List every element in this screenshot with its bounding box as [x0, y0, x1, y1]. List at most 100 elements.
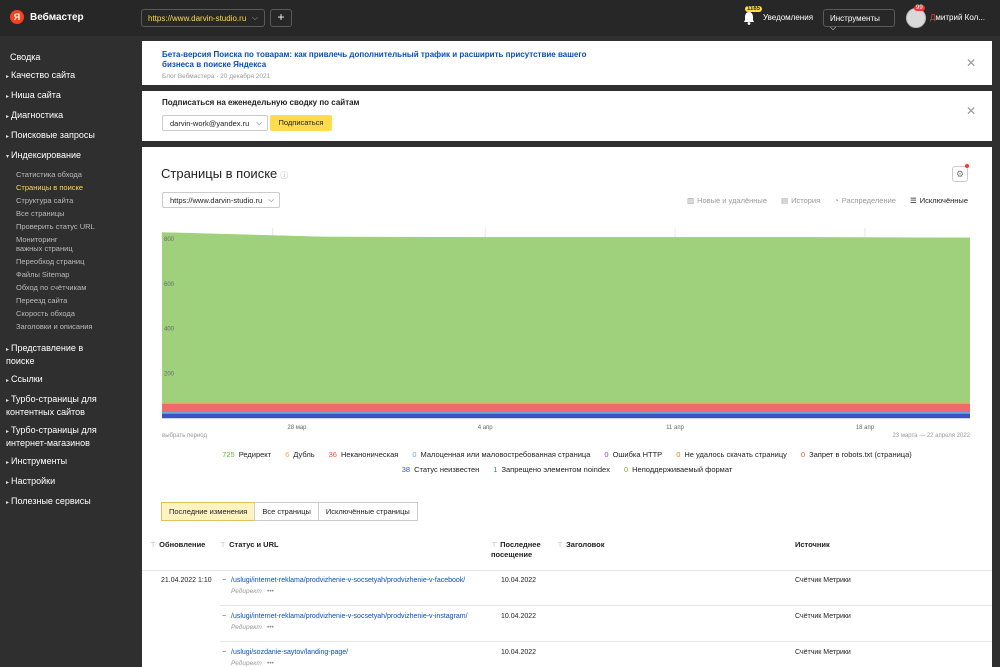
- legend-item[interactable]: 1 Запрещено элементом noindex: [493, 465, 610, 474]
- sidebar-item-settings[interactable]: ▸ Настройки: [0, 476, 140, 489]
- url-link[interactable]: /uslugi/internet-reklama/prodvizhenie-v-…: [231, 613, 468, 620]
- bell-icon[interactable]: [743, 11, 755, 25]
- legend-item[interactable]: 0 Запрет в robots.txt (страница): [801, 450, 912, 459]
- logo[interactable]: Я Вебмастер: [10, 10, 84, 24]
- legend-item[interactable]: 0 Неподдерживаемый формат: [624, 465, 732, 474]
- col-updated[interactable]: ⊤ Обновление: [150, 540, 205, 550]
- chevron-down-icon: ⌵: [268, 195, 274, 204]
- tab-all-pages[interactable]: Все страницы: [254, 502, 319, 521]
- info-icon[interactable]: ⓘ: [280, 171, 288, 180]
- panel-site-select[interactable]: https://www.darvin-studio.ru ⌵: [162, 192, 280, 208]
- sidebar-item-summary[interactable]: Сводка: [0, 52, 140, 63]
- subscribe-button[interactable]: Подписаться: [270, 115, 332, 131]
- sidebar-item-tools[interactable]: ▸ Инструменты: [0, 456, 140, 469]
- caret-right-icon: ▸: [6, 480, 10, 486]
- view-label: История: [791, 196, 821, 205]
- col-label: Последнее посещение: [491, 540, 541, 559]
- sidebar-item-turbo-content[interactable]: ▸ Турбо-страницы для контентных сайтов: [0, 394, 115, 418]
- chart-area[interactable]: 200 400 600 800 28 мар 4 апр 11 апр 18 апр: [162, 228, 970, 433]
- sidebar-item-site-quality[interactable]: ▸ Качество сайта: [0, 70, 140, 83]
- view-excluded[interactable]: ☰ Исключённые: [910, 196, 968, 205]
- filter-icon[interactable]: ⊤: [491, 542, 497, 549]
- more-icon[interactable]: •••: [267, 588, 274, 595]
- view-label: Распределение: [841, 196, 896, 205]
- notifications-link[interactable]: Уведомления: [763, 13, 813, 22]
- sidebar-item-search-appearance[interactable]: ▸ Представление в поиске: [0, 343, 90, 367]
- sidebar-item-label: Турбо-страницы для интернет-магазинов: [6, 425, 97, 448]
- sidebar-subitem-site-structure[interactable]: Структура сайта: [0, 196, 140, 205]
- col-last-visit[interactable]: ⊤ Последнее посещение: [491, 540, 561, 559]
- x-tick-label: 4 апр: [478, 425, 494, 431]
- sidebar-subitem-crawl-speed[interactable]: Скорость обхода: [0, 309, 140, 318]
- collapse-icon[interactable]: −: [222, 649, 226, 656]
- view-history[interactable]: ▤ История: [781, 196, 820, 205]
- close-icon[interactable]: ✕: [966, 104, 976, 118]
- filter-icon[interactable]: ⊤: [557, 542, 563, 549]
- collapse-icon[interactable]: −: [222, 613, 226, 620]
- collapse-icon[interactable]: −: [222, 577, 226, 584]
- caret-right-icon: ▸: [6, 114, 10, 120]
- sidebar-subitem-pages-in-search[interactable]: Страницы в поиске: [0, 183, 140, 192]
- sidebar-item-diagnostics[interactable]: ▸ Диагностика: [0, 110, 140, 123]
- gear-icon[interactable]: ⚙: [952, 166, 968, 182]
- legend-count: 38: [401, 465, 411, 474]
- close-icon[interactable]: ✕: [966, 56, 976, 70]
- col-heading[interactable]: ⊤ Заголовок: [557, 540, 605, 550]
- sidebar-item-turbo-shops[interactable]: ▸ Турбо-страницы для интернет-магазинов: [0, 425, 115, 449]
- view-distribution[interactable]: ◔ Распределение: [834, 196, 896, 205]
- url-link[interactable]: /uslugi/sozdanie-saytov/landing-page/: [231, 649, 348, 656]
- sidebar-subitem-monitoring[interactable]: Мониторинг важных страниц: [0, 235, 80, 253]
- col-source[interactable]: Источник: [795, 540, 830, 549]
- sidebar-item-label: Качество сайта: [11, 70, 76, 80]
- tools-menu-button[interactable]: Инструменты ⌵: [823, 9, 895, 32]
- sidebar-item-label: Поисковые запросы: [11, 130, 95, 140]
- email-select[interactable]: darvin-work@yandex.ru ⌵: [162, 115, 268, 131]
- sidebar-subitem-titles[interactable]: Заголовки и описания: [0, 322, 140, 331]
- avatar[interactable]: [906, 8, 926, 28]
- source-value: Счётчик Метрики: [795, 613, 851, 620]
- sidebar-item-search-queries[interactable]: ▸ Поисковые запросы: [0, 130, 140, 143]
- legend-item[interactable]: 36 Неканоническая: [329, 450, 399, 459]
- view-label: Новые и удалённые: [697, 196, 767, 205]
- legend-item[interactable]: 725 Редирект: [222, 450, 271, 459]
- add-site-button[interactable]: +: [270, 9, 292, 27]
- blog-banner-title[interactable]: Бета-версия Поиска по товарам: как привл…: [162, 50, 602, 70]
- caret-right-icon: ▸: [6, 94, 10, 100]
- sidebar-subitem-all-pages[interactable]: Все страницы: [0, 209, 140, 218]
- legend-item[interactable]: 0 Не удалось скачать страницу: [676, 450, 787, 459]
- legend-label: Ошибка HTTP: [612, 450, 663, 459]
- legend-count: 725: [222, 450, 235, 459]
- sidebar-item-links[interactable]: ▸ Ссылки: [0, 374, 140, 387]
- tab-excluded-pages[interactable]: Исключённые страницы: [317, 502, 418, 521]
- chevron-down-icon: ⌵: [251, 13, 258, 22]
- sidebar-subitem-site-move[interactable]: Переезд сайта: [0, 296, 140, 305]
- tab-recent-changes[interactable]: Последние изменения: [161, 502, 256, 521]
- sidebar-subitem-recrawl[interactable]: Переобход страниц: [0, 257, 140, 266]
- select-period-link[interactable]: выбрать период: [162, 433, 207, 439]
- sidebar-subitem-check-url[interactable]: Проверить статус URL: [0, 222, 140, 231]
- stacked-area-chart: 200 400 600 800 28 мар 4 апр 11 апр 18 апр: [162, 228, 970, 431]
- filter-icon[interactable]: ⊤: [150, 542, 156, 549]
- view-new-removed[interactable]: ▥ Новые и удалённые: [687, 196, 767, 205]
- sidebar-item-label: Ссылки: [11, 374, 43, 384]
- caret-right-icon: ▸: [6, 500, 10, 506]
- legend-item[interactable]: 6 Дубль: [285, 450, 315, 459]
- col-status-url[interactable]: ⊤ Статус и URL: [220, 540, 279, 550]
- more-icon[interactable]: •••: [267, 660, 274, 667]
- user-name[interactable]: Дмитрий Кол...: [930, 13, 990, 22]
- sidebar-subitem-sitemap[interactable]: Файлы Sitemap: [0, 270, 140, 279]
- legend-item[interactable]: 38 Статус неизвестен: [402, 465, 480, 474]
- sidebar-item-indexing[interactable]: ▾ Индексирование: [0, 150, 140, 163]
- url-link[interactable]: /uslugi/internet-reklama/prodvizhenie-v-…: [231, 577, 465, 584]
- legend-item[interactable]: 0 Малоценная или маловостребованная стран…: [412, 450, 590, 459]
- more-icon[interactable]: •••: [267, 624, 274, 631]
- legend-item[interactable]: 0 Ошибка HTTP: [604, 450, 662, 459]
- site-selector[interactable]: https://www.darvin-studio.ru ⌵: [141, 9, 265, 27]
- sidebar-item-niche[interactable]: ▸ Ниша сайта: [0, 90, 140, 103]
- sidebar-subitem-counter-crawl[interactable]: Обход по счётчикам: [0, 283, 140, 292]
- sidebar-subitem-crawl-stats[interactable]: Статистика обхода: [0, 170, 140, 179]
- avatar-badge: 99: [914, 5, 925, 11]
- sidebar-item-useful-services[interactable]: ▸ Полезные сервисы: [0, 496, 140, 509]
- subscribe-banner: Подписаться на еженедельную сводку по са…: [142, 91, 992, 141]
- filter-icon[interactable]: ⊤: [220, 542, 226, 549]
